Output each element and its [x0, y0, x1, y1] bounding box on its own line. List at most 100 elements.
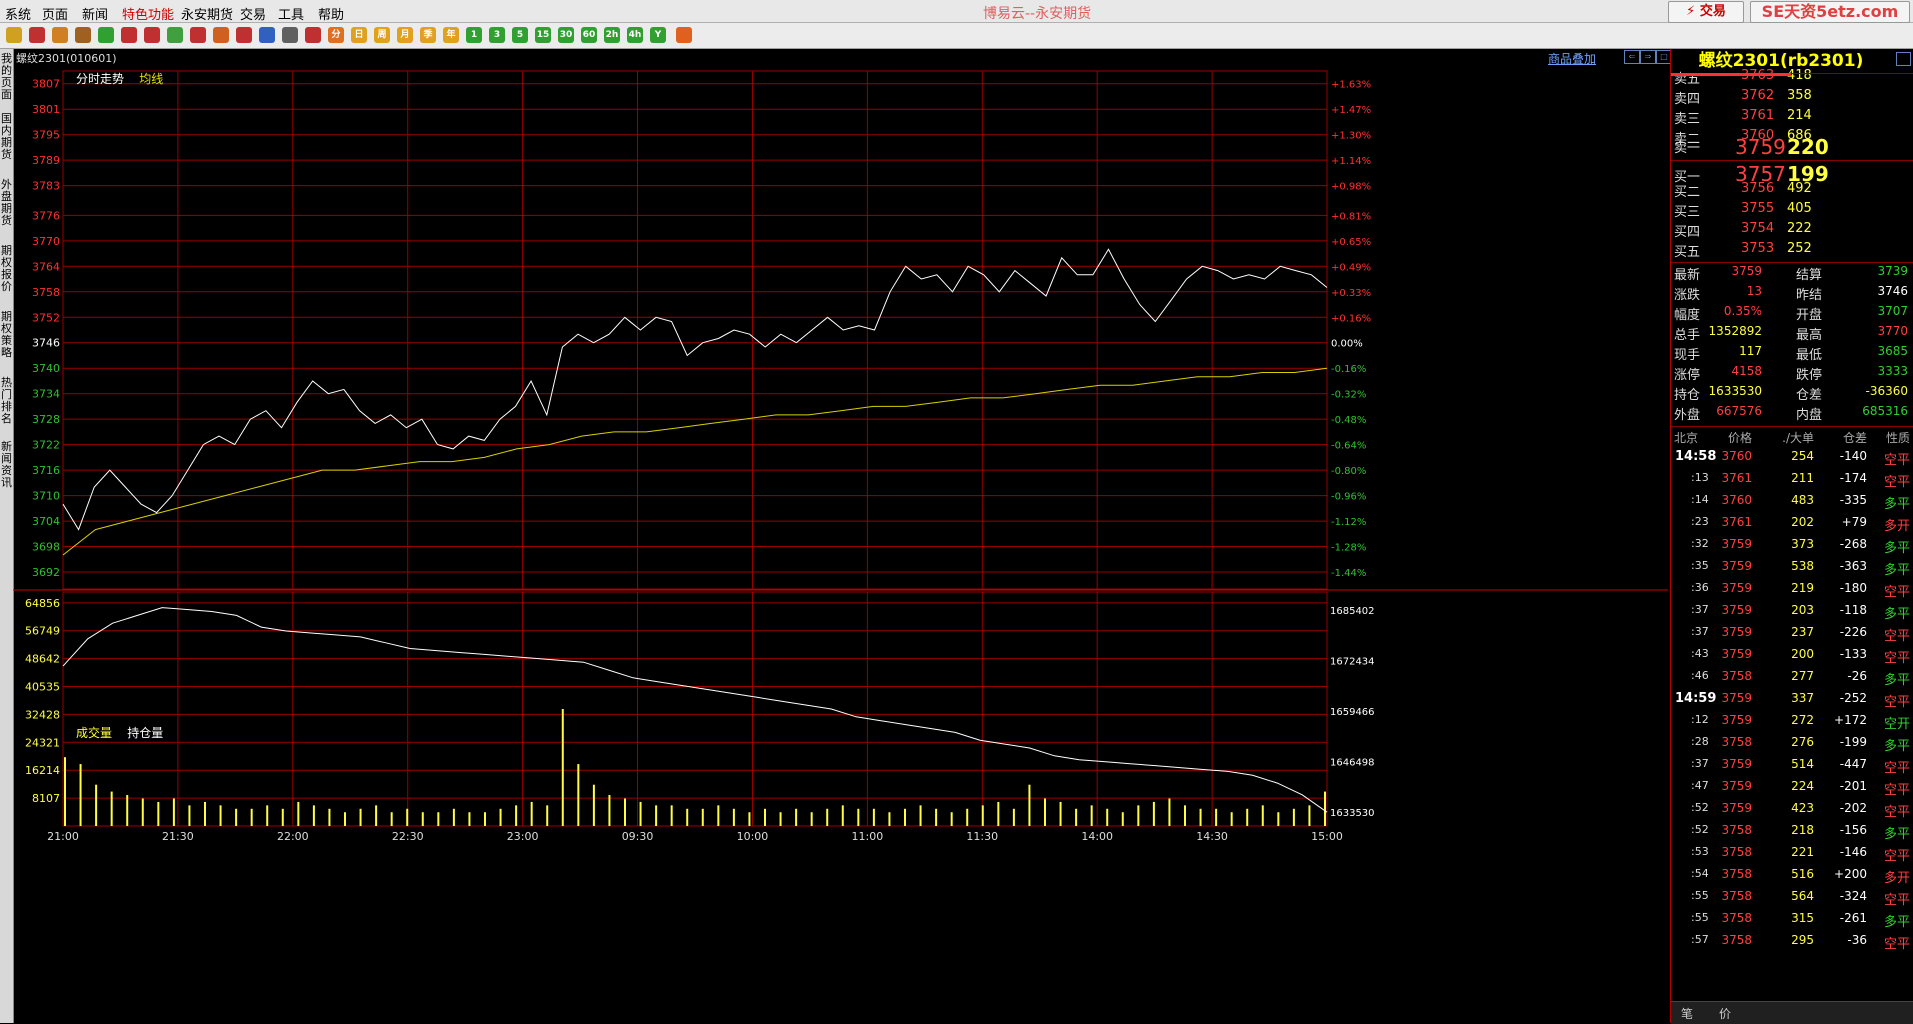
pct-tick-label-3: +1.14%: [1331, 156, 1371, 167]
menu-item-4[interactable]: 永安期货: [181, 4, 233, 23]
tick-row-12: :12 3759 272 +172 空开: [1671, 713, 1913, 733]
tick-nature: 空平: [1883, 937, 1910, 952]
menu-item-7[interactable]: 帮助: [318, 4, 344, 23]
tick-row-6: :36 3759 219 -180 空平: [1671, 581, 1913, 601]
home-icon[interactable]: [29, 27, 45, 43]
window-icon[interactable]: [167, 27, 183, 43]
tick-time: :23: [1691, 515, 1709, 528]
tick-oi: -199: [1839, 735, 1867, 749]
left-tab-1[interactable]: 国内期货: [0, 113, 13, 161]
book-icon[interactable]: [75, 27, 91, 43]
bid-row-1: 买二 3756 492: [1671, 181, 1913, 201]
page-icon[interactable]: [52, 27, 68, 43]
menu-item-0[interactable]: 系统: [5, 4, 31, 23]
price-tick-label-18: 3698: [32, 541, 60, 554]
period-button-0[interactable]: 分: [328, 27, 344, 43]
tick-volume: 254: [1791, 449, 1814, 463]
trade-button[interactable]: ⚡ 交易: [1668, 1, 1744, 23]
period-button-11[interactable]: 60: [581, 27, 597, 43]
menu-item-2[interactable]: 新闻: [82, 4, 108, 23]
ask-label: 卖五: [1674, 72, 1701, 87]
period-button-13[interactable]: 4h: [627, 27, 643, 43]
period-button-7[interactable]: 3: [489, 27, 505, 43]
tick-price: 3761: [1721, 515, 1752, 529]
next-icon[interactable]: ⇒: [1640, 50, 1656, 64]
left-tab-6[interactable]: 新闻资讯: [0, 441, 13, 489]
x-tick-label-11: 15:00: [1311, 830, 1343, 843]
left-tab-4[interactable]: 期权策略: [0, 311, 13, 359]
period-button-6[interactable]: 1: [466, 27, 482, 43]
stat-value-right: -36360: [1865, 384, 1908, 398]
period-button-12[interactable]: 2h: [604, 27, 620, 43]
tick-price: 3758: [1721, 735, 1752, 749]
ask-label: 卖一: [1674, 141, 1701, 156]
stat-label-right: 跌停: [1796, 368, 1823, 383]
menu-item-3[interactable]: 特色功能: [122, 4, 174, 23]
stat-value-left: 1352892: [1708, 324, 1762, 338]
prev-icon[interactable]: ⇐: [1624, 50, 1640, 64]
bid-label: 买五: [1674, 245, 1701, 260]
x-tick-label-3: 22:30: [392, 830, 424, 843]
stat-value-left: 13: [1746, 284, 1762, 298]
price-tick-label-3: 3789: [32, 154, 60, 167]
footer-tab-0[interactable]: 笔: [1681, 1005, 1693, 1022]
calendar-icon[interactable]: [676, 27, 692, 43]
period-button-1[interactable]: 日: [351, 27, 367, 43]
ask-price: 3759: [1735, 135, 1786, 159]
period-button-5[interactable]: 年: [443, 27, 459, 43]
tick-price: 3759: [1721, 559, 1752, 573]
left-tab-2[interactable]: 外盘期货: [0, 179, 13, 227]
stat-value-left: 667576: [1716, 404, 1762, 418]
news-icon[interactable]: [259, 27, 275, 43]
pct-tick-label-19: -1.44%: [1331, 568, 1366, 579]
pen-icon[interactable]: [190, 27, 206, 43]
pct-tick-label-2: +1.30%: [1331, 131, 1371, 142]
refresh-icon[interactable]: [98, 27, 114, 43]
zoom-out-icon[interactable]: [144, 27, 160, 43]
toolbar: 分日周月季年 1 3 5 15 30 60 2h 4h Y: [0, 23, 1913, 49]
price-tick-label-9: 3752: [32, 311, 60, 324]
pct-tick-label-9: +0.16%: [1331, 313, 1371, 324]
left-tab-3[interactable]: 期权报价: [0, 245, 13, 293]
menu-item-1[interactable]: 页面: [42, 4, 68, 23]
period-button-10[interactable]: 30: [558, 27, 574, 43]
tick-volume: 218: [1791, 823, 1814, 837]
menu-item-5[interactable]: 交易: [240, 4, 266, 23]
oi-tick-label-1: 1672434: [1330, 657, 1375, 668]
tick-nature: 多平: [1883, 607, 1910, 622]
menu-item-6[interactable]: 工具: [278, 4, 304, 23]
tick-nature: 多平: [1883, 915, 1910, 930]
left-tab-0[interactable]: 我的页面: [0, 53, 13, 101]
stat-label-right: 昨结: [1796, 288, 1823, 303]
tick-time: :37: [1691, 757, 1709, 770]
period-button-14[interactable]: Y: [650, 27, 666, 43]
period-button-9[interactable]: 15: [535, 27, 551, 43]
tick-oi: +200: [1834, 867, 1867, 881]
ask-label: 卖四: [1674, 92, 1701, 107]
period-button-2[interactable]: 周: [374, 27, 390, 43]
price-tick-label-5: 3776: [32, 209, 60, 222]
period-button-8[interactable]: 5: [512, 27, 528, 43]
period-button-3[interactable]: 月: [397, 27, 413, 43]
tick-time: :12: [1691, 713, 1709, 726]
filter-icon[interactable]: [236, 27, 252, 43]
tick-oi: -156: [1839, 823, 1867, 837]
oi-tick-label-4: 1633530: [1330, 808, 1375, 819]
left-tab-5[interactable]: 热门排名: [0, 377, 13, 425]
orderbook-bottom-divider: [1671, 262, 1913, 263]
tick-row-5: :35 3759 538 -363 多平: [1671, 559, 1913, 579]
chart-icon[interactable]: [305, 27, 321, 43]
stat-label-left: 持仓: [1674, 388, 1701, 403]
tick-header-nature: 性质: [1885, 431, 1910, 445]
tick-row-17: :52 3758 218 -156 多平: [1671, 823, 1913, 843]
panel-toggle-icon[interactable]: [1896, 52, 1911, 66]
back-icon[interactable]: [6, 27, 22, 43]
period-button-4[interactable]: 季: [420, 27, 436, 43]
paint-icon[interactable]: [213, 27, 229, 43]
zoom-in-icon[interactable]: [121, 27, 137, 43]
bid-label: 买四: [1674, 225, 1701, 240]
footer-tab-1[interactable]: 价: [1719, 1005, 1731, 1022]
overlay-link[interactable]: 商品叠加: [1548, 50, 1596, 67]
table-icon[interactable]: [282, 27, 298, 43]
pct-tick-label-6: +0.65%: [1331, 237, 1371, 248]
